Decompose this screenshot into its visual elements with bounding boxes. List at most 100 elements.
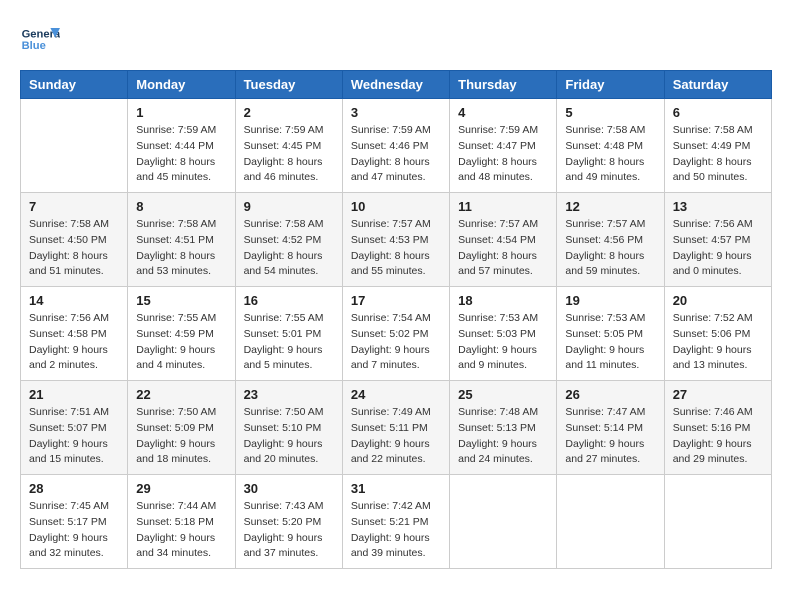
weekday-header: Thursday: [450, 71, 557, 99]
weekday-header: Friday: [557, 71, 664, 99]
calendar-cell: 1Sunrise: 7:59 AMSunset: 4:44 PMDaylight…: [128, 99, 235, 193]
calendar-cell: 8 Sunrise: 7:58 AMSunset: 4:51 PMDaylight…: [128, 193, 235, 287]
weekday-header: Monday: [128, 71, 235, 99]
day-info: Sunrise: 7:56 AMSunset: 4:58 PMDaylight:…: [29, 311, 119, 374]
calendar-cell: 18 Sunrise: 7:53 AMSunset: 5:03 PMDayligh…: [450, 287, 557, 381]
weekday-header: Wednesday: [342, 71, 449, 99]
day-number: 10: [351, 199, 441, 214]
calendar-cell: 15 Sunrise: 7:55 AMSunset: 4:59 PMDayligh…: [128, 287, 235, 381]
weekday-header: Saturday: [664, 71, 771, 99]
day-number: 5: [565, 105, 655, 120]
day-info: Sunrise: 7:52 AMSunset: 5:06 PMDaylight:…: [673, 311, 763, 374]
day-info: Sunrise: 7:59 AMSunset: 4:47 PMDaylight:…: [458, 123, 548, 186]
calendar-cell: 29 Sunrise: 7:44 AMSunset: 5:18 PMDayligh…: [128, 475, 235, 569]
calendar-cell: 13Sunrise: 7:56 AMSunset: 4:57 PMDayligh…: [664, 193, 771, 287]
day-number: 28: [29, 481, 119, 496]
day-info: Sunrise: 7:49 AMSunset: 5:11 PMDaylight:…: [351, 405, 441, 468]
day-number: 30: [244, 481, 334, 496]
day-info: Sunrise: 7:54 AMSunset: 5:02 PMDaylight:…: [351, 311, 441, 374]
day-number: 19: [565, 293, 655, 308]
calendar-table: SundayMondayTuesdayWednesdayThursdayFrid…: [20, 70, 772, 569]
day-number: 29: [136, 481, 226, 496]
day-number: 12: [565, 199, 655, 214]
calendar-week-row: 28 Sunrise: 7:45 AMSunset: 5:17 PMDayligh…: [21, 475, 772, 569]
day-info: Sunrise: 7:53 AMSunset: 5:03 PMDaylight:…: [458, 311, 548, 374]
day-info: Sunrise: 7:47 AMSunset: 5:14 PMDaylight:…: [565, 405, 655, 468]
day-number: 8: [136, 199, 226, 214]
day-info: Sunrise: 7:50 AMSunset: 5:10 PMDaylight:…: [244, 405, 334, 468]
day-info: Sunrise: 7:55 AMSunset: 4:59 PMDaylight:…: [136, 311, 226, 374]
calendar-cell: 19Sunrise: 7:53 AMSunset: 5:05 PMDayligh…: [557, 287, 664, 381]
calendar-cell: 5 Sunrise: 7:58 AMSunset: 4:48 PMDaylight…: [557, 99, 664, 193]
day-info: Sunrise: 7:56 AMSunset: 4:57 PMDaylight:…: [673, 217, 763, 280]
calendar-cell: 30 Sunrise: 7:43 AMSunset: 5:20 PMDayligh…: [235, 475, 342, 569]
day-number: 9: [244, 199, 334, 214]
day-info: Sunrise: 7:58 AMSunset: 4:49 PMDaylight:…: [673, 123, 763, 186]
calendar-week-row: 7 Sunrise: 7:58 AMSunset: 4:50 PMDaylight…: [21, 193, 772, 287]
calendar-cell: 11 Sunrise: 7:57 AMSunset: 4:54 PMDayligh…: [450, 193, 557, 287]
calendar-cell: 7 Sunrise: 7:58 AMSunset: 4:50 PMDaylight…: [21, 193, 128, 287]
day-number: 17: [351, 293, 441, 308]
day-info: Sunrise: 7:57 AMSunset: 4:56 PMDaylight:…: [565, 217, 655, 280]
calendar-cell: 25Sunrise: 7:48 AMSunset: 5:13 PMDayligh…: [450, 381, 557, 475]
calendar-cell: 27Sunrise: 7:46 AMSunset: 5:16 PMDayligh…: [664, 381, 771, 475]
day-info: Sunrise: 7:57 AMSunset: 4:53 PMDaylight:…: [351, 217, 441, 280]
calendar-cell: 10 Sunrise: 7:57 AMSunset: 4:53 PMDayligh…: [342, 193, 449, 287]
calendar-cell: 12 Sunrise: 7:57 AMSunset: 4:56 PMDayligh…: [557, 193, 664, 287]
day-info: Sunrise: 7:57 AMSunset: 4:54 PMDaylight:…: [458, 217, 548, 280]
day-number: 7: [29, 199, 119, 214]
calendar-cell: 20 Sunrise: 7:52 AMSunset: 5:06 PMDayligh…: [664, 287, 771, 381]
day-info: Sunrise: 7:51 AMSunset: 5:07 PMDaylight:…: [29, 405, 119, 468]
svg-text:Blue: Blue: [22, 40, 46, 52]
day-number: 22: [136, 387, 226, 402]
calendar-cell: 2Sunrise: 7:59 AMSunset: 4:45 PMDaylight…: [235, 99, 342, 193]
day-number: 23: [244, 387, 334, 402]
weekday-header: Sunday: [21, 71, 128, 99]
day-number: 20: [673, 293, 763, 308]
day-info: Sunrise: 7:58 AMSunset: 4:51 PMDaylight:…: [136, 217, 226, 280]
day-number: 2: [244, 105, 334, 120]
day-number: 11: [458, 199, 548, 214]
day-info: Sunrise: 7:58 AMSunset: 4:52 PMDaylight:…: [244, 217, 334, 280]
calendar-cell: 3 Sunrise: 7:59 AMSunset: 4:46 PMDaylight…: [342, 99, 449, 193]
day-number: 18: [458, 293, 548, 308]
day-number: 16: [244, 293, 334, 308]
day-info: Sunrise: 7:59 AMSunset: 4:46 PMDaylight:…: [351, 123, 441, 186]
day-info: Sunrise: 7:46 AMSunset: 5:16 PMDaylight:…: [673, 405, 763, 468]
page-header: General Blue: [20, 20, 772, 60]
calendar-cell: 21 Sunrise: 7:51 AMSunset: 5:07 PMDayligh…: [21, 381, 128, 475]
calendar-cell: 9 Sunrise: 7:58 AMSunset: 4:52 PMDaylight…: [235, 193, 342, 287]
calendar-cell: 24Sunrise: 7:49 AMSunset: 5:11 PMDayligh…: [342, 381, 449, 475]
day-info: Sunrise: 7:43 AMSunset: 5:20 PMDaylight:…: [244, 499, 334, 562]
day-number: 3: [351, 105, 441, 120]
day-info: Sunrise: 7:58 AMSunset: 4:48 PMDaylight:…: [565, 123, 655, 186]
day-info: Sunrise: 7:58 AMSunset: 4:50 PMDaylight:…: [29, 217, 119, 280]
day-number: 6: [673, 105, 763, 120]
calendar-cell: 17 Sunrise: 7:54 AMSunset: 5:02 PMDayligh…: [342, 287, 449, 381]
calendar-week-row: 1Sunrise: 7:59 AMSunset: 4:44 PMDaylight…: [21, 99, 772, 193]
calendar-cell: 23 Sunrise: 7:50 AMSunset: 5:10 PMDayligh…: [235, 381, 342, 475]
day-number: 4: [458, 105, 548, 120]
calendar-cell: 31Sunrise: 7:42 AMSunset: 5:21 PMDayligh…: [342, 475, 449, 569]
calendar-cell: 4 Sunrise: 7:59 AMSunset: 4:47 PMDaylight…: [450, 99, 557, 193]
day-info: Sunrise: 7:59 AMSunset: 4:44 PMDaylight:…: [136, 123, 226, 186]
calendar-cell: 28 Sunrise: 7:45 AMSunset: 5:17 PMDayligh…: [21, 475, 128, 569]
calendar-cell: 14 Sunrise: 7:56 AMSunset: 4:58 PMDayligh…: [21, 287, 128, 381]
day-number: 31: [351, 481, 441, 496]
calendar-cell: [664, 475, 771, 569]
day-info: Sunrise: 7:45 AMSunset: 5:17 PMDaylight:…: [29, 499, 119, 562]
calendar-cell: [557, 475, 664, 569]
logo-icon: General Blue: [20, 20, 60, 60]
day-number: 21: [29, 387, 119, 402]
logo: General Blue: [20, 20, 60, 60]
day-number: 14: [29, 293, 119, 308]
calendar-body: 1Sunrise: 7:59 AMSunset: 4:44 PMDaylight…: [21, 99, 772, 569]
day-info: Sunrise: 7:55 AMSunset: 5:01 PMDaylight:…: [244, 311, 334, 374]
day-info: Sunrise: 7:44 AMSunset: 5:18 PMDaylight:…: [136, 499, 226, 562]
calendar-cell: 16 Sunrise: 7:55 AMSunset: 5:01 PMDayligh…: [235, 287, 342, 381]
calendar-cell: [450, 475, 557, 569]
day-number: 26: [565, 387, 655, 402]
calendar-cell: 26 Sunrise: 7:47 AMSunset: 5:14 PMDayligh…: [557, 381, 664, 475]
day-number: 15: [136, 293, 226, 308]
calendar-header: SundayMondayTuesdayWednesdayThursdayFrid…: [21, 71, 772, 99]
